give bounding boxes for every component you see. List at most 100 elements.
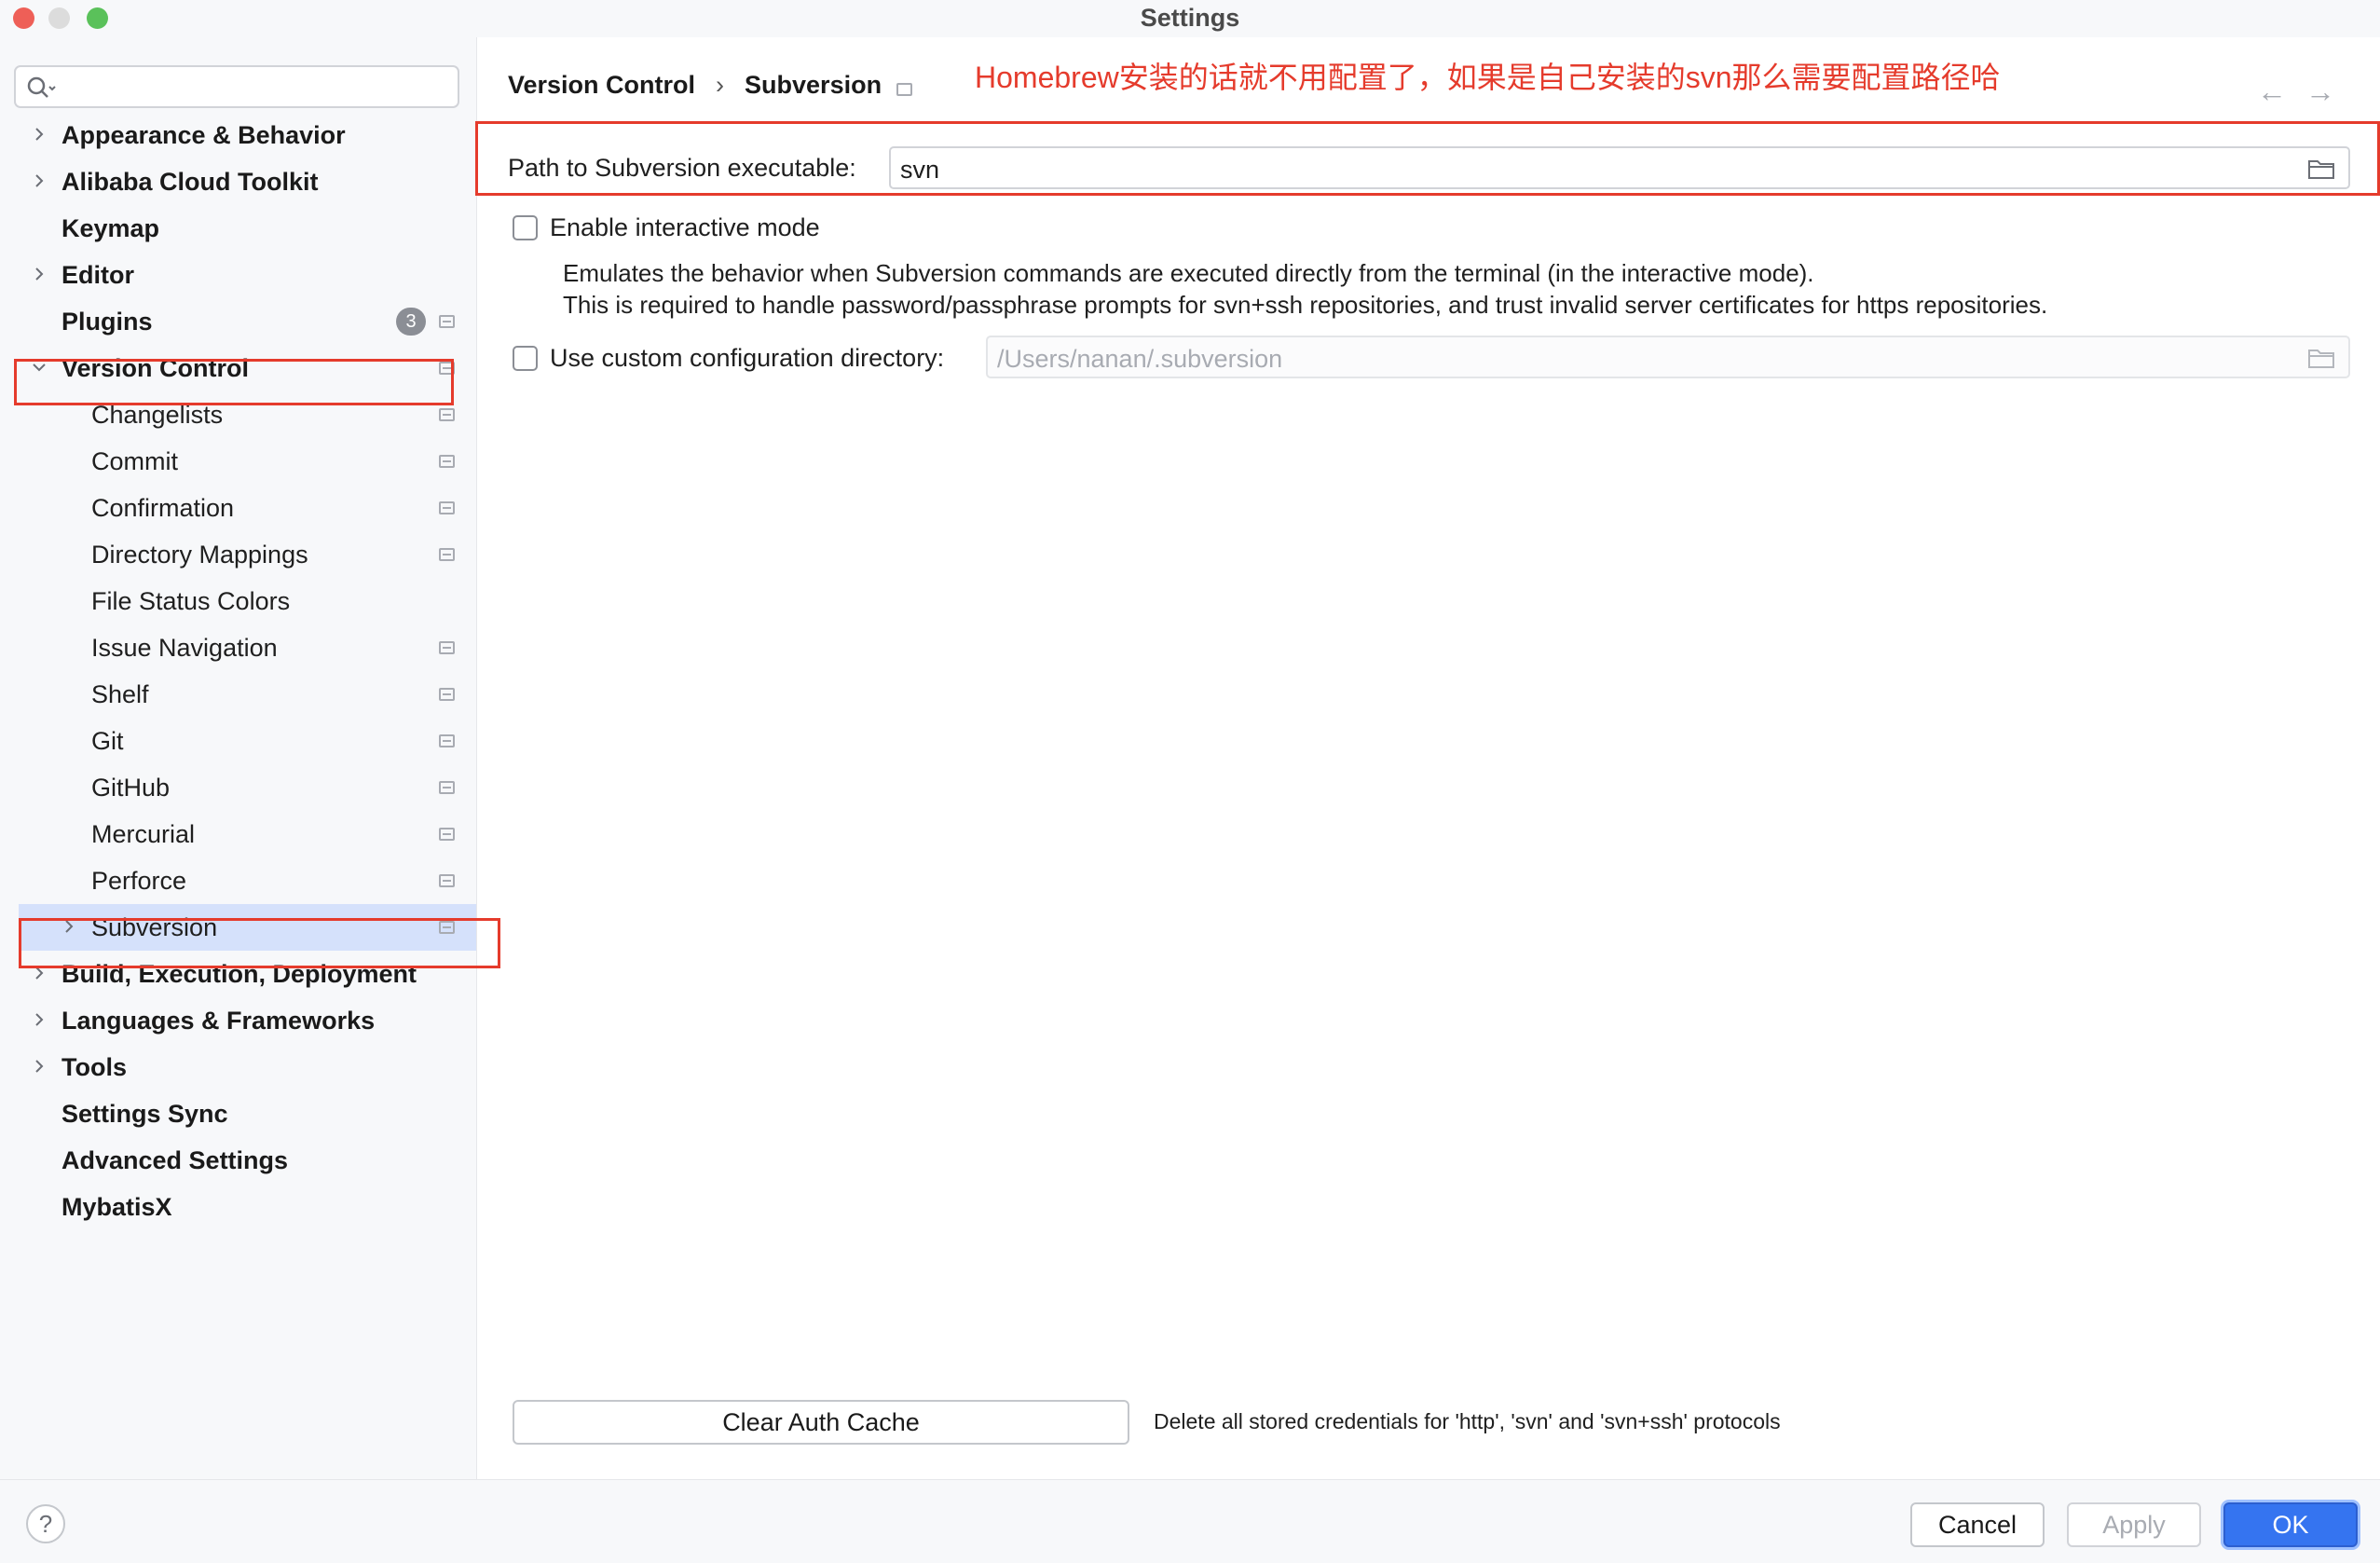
chevron-right-icon[interactable] xyxy=(60,917,78,936)
sidebar-item[interactable]: Perforce xyxy=(0,857,476,904)
svn-path-input[interactable]: svn xyxy=(889,146,2350,189)
folder-icon xyxy=(2308,350,2334,368)
title-bar: Settings xyxy=(0,0,2380,37)
search-icon xyxy=(27,76,56,98)
clear-auth-cache-desc: Delete all stored credentials for 'http'… xyxy=(1154,1409,1781,1433)
sidebar-item[interactable]: Editor xyxy=(0,252,476,298)
custom-config-input: /Users/nanan/.subversion xyxy=(986,336,2350,378)
project-level-icon xyxy=(439,688,455,701)
sidebar-item-label: Changelists xyxy=(91,401,224,429)
sidebar-item[interactable]: Languages & Frameworks xyxy=(0,997,476,1044)
sidebar-item-label: Keymap xyxy=(62,214,160,242)
annotation-text: Homebrew安装的话就不用配置了，如果是自己安装的svn那么需要配置路径哈 xyxy=(975,61,2001,94)
back-arrow-icon[interactable]: ← xyxy=(2257,75,2287,109)
chevron-right-icon[interactable] xyxy=(30,171,48,190)
forward-arrow-icon[interactable]: → xyxy=(2305,75,2335,109)
sidebar-item[interactable]: Tools xyxy=(0,1044,476,1090)
project-level-icon xyxy=(439,548,455,561)
sidebar-item[interactable]: MybatisX xyxy=(0,1184,476,1230)
custom-config-checkbox[interactable] xyxy=(513,346,538,371)
count-badge: 3 xyxy=(396,308,426,336)
sidebar-item-label: Shelf xyxy=(91,680,149,708)
project-level-icon xyxy=(439,781,455,794)
sidebar-item[interactable]: Directory Mappings xyxy=(0,531,476,578)
project-level-icon xyxy=(439,641,455,654)
sidebar-item[interactable]: File Status Colors xyxy=(0,578,476,624)
interactive-mode-desc-line2: This is required to handle password/pass… xyxy=(563,291,2048,319)
chevron-right-icon[interactable] xyxy=(30,265,48,283)
sidebar-item[interactable]: Advanced Settings xyxy=(0,1137,476,1184)
sidebar-item[interactable]: GitHub xyxy=(0,764,476,811)
sidebar-item[interactable]: Subversion xyxy=(19,904,476,951)
project-level-icon xyxy=(439,874,455,887)
interactive-mode-label[interactable]: Enable interactive mode xyxy=(550,213,820,242)
chevron-down-icon[interactable] xyxy=(30,358,48,377)
window-title: Settings xyxy=(1140,4,1240,32)
breadcrumb: Version Control › Subversion xyxy=(508,71,882,100)
project-level-icon xyxy=(439,921,455,934)
sidebar-item-label: Editor xyxy=(62,261,134,289)
breadcrumb-current: Subversion xyxy=(745,71,882,99)
sidebar-item[interactable]: Commit xyxy=(0,438,476,485)
help-icon[interactable]: ? xyxy=(26,1504,65,1543)
sidebar-item[interactable]: Git xyxy=(0,718,476,764)
sidebar-item[interactable]: Version Control xyxy=(0,345,476,391)
sidebar-item-label: Plugins xyxy=(62,308,153,336)
interactive-mode-checkbox[interactable] xyxy=(513,215,538,240)
project-level-icon xyxy=(896,83,912,96)
project-level-icon xyxy=(439,501,455,514)
sidebar-item-label: Tools xyxy=(62,1053,127,1081)
sidebar-item-label: GitHub xyxy=(91,774,171,802)
sidebar-item-label: Version Control xyxy=(62,354,250,382)
project-level-icon xyxy=(439,315,455,328)
chevron-right-icon[interactable] xyxy=(30,964,48,982)
custom-config-placeholder: /Users/nanan/.subversion xyxy=(997,345,1283,373)
folder-icon[interactable] xyxy=(2307,158,2335,180)
sidebar-item-label: Mercurial xyxy=(91,820,196,848)
custom-config-label[interactable]: Use custom configuration directory: xyxy=(550,344,944,373)
sidebar-item-label: Directory Mappings xyxy=(91,541,308,569)
breadcrumb-parent[interactable]: Version Control xyxy=(508,71,695,99)
sidebar-item-label: Settings Sync xyxy=(62,1100,228,1128)
sidebar-item-label: Appearance & Behavior xyxy=(62,121,346,149)
project-level-icon xyxy=(439,828,455,841)
ok-button[interactable]: OK xyxy=(2223,1502,2358,1547)
cancel-button[interactable]: Cancel xyxy=(1910,1502,2045,1547)
settings-sidebar: Appearance & Behavior Alibaba Cloud Toolk… xyxy=(0,37,477,1479)
sidebar-item-label: File Status Colors xyxy=(91,587,291,615)
breadcrumb-separator: › xyxy=(716,71,725,99)
sidebar-item-label: Subversion xyxy=(91,913,218,941)
apply-button[interactable]: Apply xyxy=(2067,1502,2201,1547)
sidebar-item-label: MybatisX xyxy=(62,1193,172,1221)
sidebar-item-label: Confirmation xyxy=(91,494,235,522)
sidebar-item[interactable]: Alibaba Cloud Toolkit xyxy=(0,158,476,205)
sidebar-item[interactable]: Keymap xyxy=(0,205,476,252)
sidebar-item-label: Commit xyxy=(91,447,178,475)
sidebar-item[interactable]: Shelf xyxy=(0,671,476,718)
sidebar-item-label: Advanced Settings xyxy=(62,1146,289,1174)
path-field-label: Path to Subversion executable: xyxy=(508,154,856,182)
sidebar-item[interactable]: Mercurial xyxy=(0,811,476,857)
project-level-icon xyxy=(439,455,455,468)
sidebar-item[interactable]: Issue Navigation xyxy=(0,624,476,671)
sidebar-item-label: Languages & Frameworks xyxy=(62,1007,376,1035)
sidebar-item[interactable]: Appearance & Behavior xyxy=(0,112,476,158)
sidebar-item-label: Build, Execution, Deployment xyxy=(62,960,417,988)
sidebar-item[interactable]: Settings Sync xyxy=(0,1090,476,1137)
sidebar-item-label: Git xyxy=(91,727,124,755)
chevron-right-icon[interactable] xyxy=(30,125,48,144)
sidebar-item[interactable]: Changelists xyxy=(0,391,476,438)
project-level-icon xyxy=(439,408,455,421)
project-level-icon xyxy=(439,362,455,375)
sidebar-item-label: Issue Navigation xyxy=(91,634,278,662)
clear-auth-cache-button[interactable]: Clear Auth Cache xyxy=(513,1400,1129,1445)
project-level-icon xyxy=(439,734,455,747)
sidebar-item[interactable]: Build, Execution, Deployment xyxy=(0,951,476,997)
sidebar-item[interactable]: Plugins 3 xyxy=(0,298,476,345)
chevron-right-icon[interactable] xyxy=(30,1057,48,1076)
sidebar-item-label: Alibaba Cloud Toolkit xyxy=(62,168,319,196)
search-input[interactable] xyxy=(14,65,459,108)
sidebar-item[interactable]: Confirmation xyxy=(0,485,476,531)
chevron-right-icon[interactable] xyxy=(30,1010,48,1029)
interactive-mode-desc-line1: Emulates the behavior when Subversion co… xyxy=(563,259,1814,287)
